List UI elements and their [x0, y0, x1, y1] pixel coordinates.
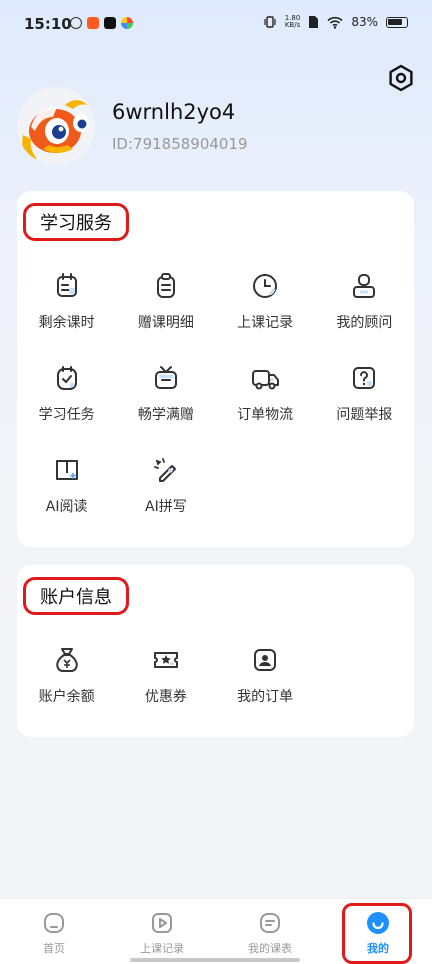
play-icon: [152, 913, 172, 933]
battery-icon: [386, 16, 408, 28]
ai-spelling-item[interactable]: AI拼写: [116, 455, 215, 547]
study-tasks-item[interactable]: 学习任务: [17, 363, 116, 455]
bottom-nav: 首页 上课记录 我的课表 我的: [0, 898, 432, 964]
money-bag-icon: [55, 648, 78, 672]
account-info-grid: 账户余额 优惠券 我的订单: [17, 645, 414, 737]
username: 6wrnlh2yo4: [112, 100, 236, 124]
home-icon: [44, 913, 64, 933]
mine-icon: [367, 912, 389, 934]
nav-item-schedule[interactable]: 我的课表: [216, 899, 324, 964]
coupon-item[interactable]: 优惠券: [116, 645, 215, 737]
study-gift-item[interactable]: 畅学满赠: [116, 363, 215, 455]
coupon-icon: [153, 652, 178, 668]
battery-percent: 83%: [351, 15, 378, 29]
grid-item-label: 赠课明细: [137, 315, 194, 331]
ai-book-icon: [55, 460, 78, 480]
sim-icon: [309, 16, 319, 28]
clock-icon: [253, 274, 278, 298]
study-services-title-highlight: 学习服务: [23, 203, 129, 241]
gift-tv-icon: [154, 366, 177, 389]
study-services-grid: 剩余课时 赠课明细 上课记录 我的顾问 学习任务 畅学满赠 订单物流 问题举报: [17, 271, 414, 547]
grid-item-label: 畅学满赠: [137, 407, 194, 423]
order-icon: [254, 649, 277, 671]
account-info-title: 账户信息: [40, 587, 112, 608]
task-check-icon: [56, 366, 77, 390]
class-records-item[interactable]: 上课记录: [216, 271, 315, 363]
grid-item-label: 我的顾问: [336, 315, 393, 331]
grid-item-label: 优惠券: [144, 689, 187, 705]
status-time: 15:10: [24, 15, 72, 33]
net-speed-unit: KB/s: [284, 21, 301, 29]
clipboard-icon: [156, 273, 175, 298]
grid-item-label: 订单物流: [237, 407, 294, 423]
app-notification-icon: [70, 17, 82, 29]
gift-lessons-item[interactable]: 赠课明细: [116, 271, 215, 363]
wifi-icon: [327, 16, 343, 29]
my-advisor-item[interactable]: 我的顾问: [315, 271, 414, 363]
account-info-card: 账户信息 账户余额 优惠券 我的订单: [17, 565, 414, 737]
calendar-icon: [56, 273, 77, 297]
fish-mascot-icon: [22, 100, 89, 159]
status-indicators: 1.80 KB/s 83%: [263, 15, 408, 29]
grid-item-label: AI拼写: [145, 499, 187, 515]
vibrate-icon: [264, 16, 276, 28]
grid-item-label: 账户余额: [38, 689, 95, 705]
nav-item-mine[interactable]: 我的: [324, 899, 432, 964]
truck-icon: [252, 370, 280, 390]
grid-item-label: 学习任务: [38, 407, 95, 423]
user-id: ID:791858904019: [112, 135, 248, 153]
question-icon: [353, 367, 376, 389]
study-services-title: 学习服务: [40, 213, 112, 234]
study-services-card: 学习服务 剩余课时 赠课明细 上课记录 我的顾问 学习任务 畅学满赠 订单物流 …: [17, 191, 414, 547]
order-logistics-item[interactable]: 订单物流: [216, 363, 315, 455]
nav-label: 上课记录: [140, 942, 184, 955]
nav-label: 我的课表: [248, 942, 292, 955]
nav-item-class-records[interactable]: 上课记录: [108, 899, 216, 964]
grid-item-label: 剩余课时: [38, 315, 95, 331]
nav-item-home[interactable]: 首页: [0, 899, 108, 964]
taobao-icon: [87, 17, 99, 29]
tiktok-icon: [104, 17, 116, 29]
net-speed: 1.80 KB/s: [285, 15, 301, 29]
advisor-icon: [353, 274, 376, 298]
remaining-lessons-item[interactable]: 剩余课时: [17, 271, 116, 363]
grid-item-label: 问题举报: [336, 407, 393, 423]
report-issue-item[interactable]: 问题举报: [315, 363, 414, 455]
schedule-icon: [260, 913, 280, 933]
grid-item-label: 我的订单: [237, 689, 294, 705]
settings-icon[interactable]: [386, 63, 416, 93]
home-indicator[interactable]: [130, 958, 300, 962]
avatar[interactable]: [17, 87, 95, 165]
ai-reading-item[interactable]: AI阅读: [17, 455, 116, 547]
grid-item-label: AI阅读: [45, 499, 88, 515]
nav-label: 我的: [367, 942, 389, 955]
status-bar: 15:10 1.80 KB/s 83%: [0, 0, 432, 50]
notification-icons: [70, 17, 133, 29]
nav-label: 首页: [43, 942, 65, 955]
account-info-title-highlight: 账户信息: [23, 577, 129, 615]
grid-item-label: 上课记录: [237, 315, 294, 331]
color-app-icon: [121, 17, 133, 29]
account-balance-item[interactable]: 账户余额: [17, 645, 116, 737]
ai-pen-icon: [153, 458, 176, 482]
my-orders-item[interactable]: 我的订单: [216, 645, 315, 737]
